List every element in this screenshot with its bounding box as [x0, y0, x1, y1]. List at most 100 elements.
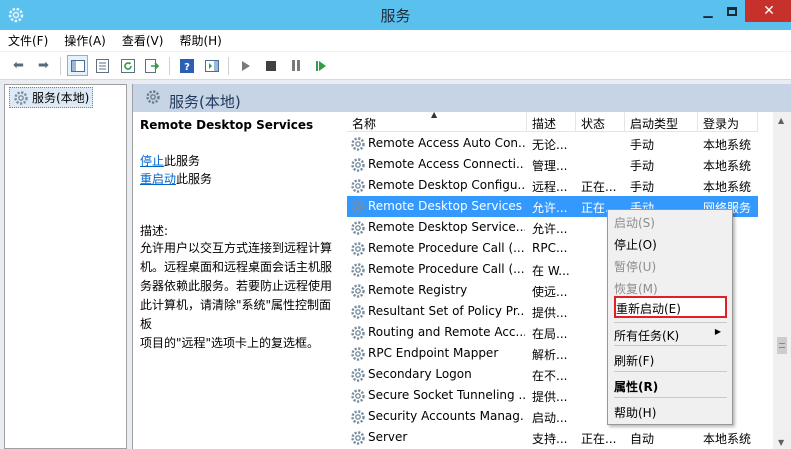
- service-startup-cell: 手动: [630, 180, 655, 194]
- show-tree-button[interactable]: [67, 55, 88, 76]
- show-action-pane-button[interactable]: [201, 55, 222, 76]
- properties-button[interactable]: [92, 55, 113, 76]
- ctx-properties[interactable]: 属性(R): [614, 374, 727, 396]
- service-gear-icon: [350, 157, 366, 176]
- ctx-label: 刷新(F): [614, 354, 655, 368]
- ctx-refresh[interactable]: 刷新(F): [614, 348, 727, 370]
- description-line: 项目的"远程"选项卡上的复选框。: [140, 336, 320, 350]
- maximize-icon: [727, 6, 737, 16]
- ctx-label: 帮助(H): [614, 406, 657, 420]
- vertical-scrollbar[interactable]: ▲ ▼: [773, 112, 791, 449]
- description-line: 务器依赖此服务。若要防止远程使用: [140, 279, 333, 293]
- toolbar: ⬅ ➡ ?: [0, 52, 791, 80]
- minimize-icon: ▁: [703, 4, 713, 18]
- service-row[interactable]: Remote Desktop Configu... 远程... 正在... 手动 本地系…: [347, 175, 758, 196]
- start-service-button[interactable]: [235, 55, 256, 76]
- help-icon: ?: [179, 58, 194, 73]
- service-name-cell: Remote Desktop Configu...: [368, 178, 525, 192]
- service-gear-icon: [350, 409, 366, 428]
- service-logon-cell: 本地系统: [703, 159, 752, 173]
- service-gear-icon: [350, 262, 366, 281]
- services-gear-icon: [14, 90, 28, 105]
- service-startup-cell: 自动: [630, 432, 655, 446]
- maximize-button[interactable]: [721, 0, 743, 22]
- ctx-pause[interactable]: 暂停(U): [614, 254, 727, 276]
- service-desc-cell: 允许...: [532, 201, 568, 215]
- ctx-all-tasks[interactable]: 所有任务(K) ▶: [614, 323, 727, 345]
- ctx-stop[interactable]: 停止(O): [614, 232, 727, 254]
- service-name-cell: Remote Procedure Call (...: [368, 262, 525, 276]
- export-list-icon: [145, 58, 160, 73]
- column-header-label: 登录为: [703, 117, 740, 131]
- tree-item-services-local[interactable]: 服务(本地): [9, 87, 94, 108]
- service-row[interactable]: Server 支持... 正在... 自动 本地系统: [347, 427, 758, 448]
- service-gear-icon: [350, 220, 366, 239]
- service-gear-icon: [350, 430, 366, 449]
- export-list-button[interactable]: [142, 55, 163, 76]
- service-logon-cell: 本地系统: [703, 432, 752, 446]
- stop-line: 停止此服务: [140, 152, 342, 170]
- restart-service-button[interactable]: [310, 55, 331, 76]
- stop-icon: [265, 60, 276, 71]
- service-name-cell: Remote Desktop Service...: [368, 220, 525, 234]
- column-header-log-on-as[interactable]: 登录为: [698, 112, 758, 132]
- restart-suffix: 此服务: [176, 172, 213, 186]
- description-label: 描述:: [140, 224, 169, 238]
- minimize-button[interactable]: ▁: [697, 0, 719, 22]
- scrollbar-thumb[interactable]: [777, 337, 787, 354]
- scroll-up-icon[interactable]: ▲: [778, 116, 784, 125]
- stop-service-link[interactable]: 停止: [140, 154, 164, 168]
- restart-line: 重启动此服务: [140, 170, 342, 188]
- stop-service-button[interactable]: [260, 55, 281, 76]
- service-desc-cell: 在 W...: [532, 264, 570, 278]
- properties-icon: [96, 58, 109, 73]
- service-gear-icon: [350, 136, 366, 155]
- menu-action[interactable]: 操作(A): [64, 32, 106, 49]
- service-gear-icon: [350, 367, 366, 386]
- service-row[interactable]: Remote Access Auto Con... 无论... 手动 本地系统: [347, 133, 758, 154]
- service-gear-icon: [350, 178, 366, 197]
- service-gear-icon: [350, 388, 366, 407]
- service-name-cell: Secondary Logon: [368, 367, 472, 381]
- service-row[interactable]: Remote Access Connecti... 管理... 手动 本地系统: [347, 154, 758, 175]
- service-logon-cell: 本地系统: [703, 180, 752, 194]
- service-gear-icon: [350, 304, 366, 323]
- refresh-icon: [120, 58, 135, 73]
- column-header-label: 状态: [581, 117, 606, 131]
- services-gear-icon: [146, 90, 160, 104]
- menu-help[interactable]: 帮助(H): [179, 32, 221, 49]
- refresh-button[interactable]: [117, 55, 138, 76]
- console-tree-icon: [70, 59, 85, 72]
- tree-item-label: 服务(本地): [32, 91, 90, 105]
- back-button[interactable]: ⬅: [8, 55, 29, 76]
- submenu-arrow-icon: ▶: [714, 327, 721, 336]
- restart-icon: [315, 60, 326, 71]
- service-desc-cell: 允许...: [532, 222, 568, 236]
- ctx-help[interactable]: 帮助(H): [614, 400, 727, 422]
- pause-service-button[interactable]: [285, 55, 306, 76]
- service-gear-icon: [350, 241, 366, 260]
- selected-service-name: Remote Desktop Services: [140, 118, 314, 132]
- column-header-description[interactable]: 描述: [527, 112, 576, 132]
- column-header-status[interactable]: 状态: [576, 112, 625, 132]
- ctx-start[interactable]: 启动(S): [614, 210, 727, 232]
- restart-service-link[interactable]: 重启动: [140, 172, 176, 186]
- ctx-resume[interactable]: 恢复(M): [614, 276, 727, 298]
- menu-view[interactable]: 查看(V): [122, 32, 164, 49]
- forward-button[interactable]: ➡: [33, 55, 54, 76]
- help-button[interactable]: ?: [176, 55, 197, 76]
- service-desc-cell: 启动...: [532, 411, 568, 425]
- column-header-label: 名称: [352, 117, 377, 131]
- ctx-separator: [614, 397, 727, 398]
- column-header-startup-type[interactable]: 启动类型: [625, 112, 698, 132]
- column-header-name[interactable]: 名称 ▲: [347, 110, 527, 132]
- ctx-label: 所有任务(K): [614, 329, 680, 343]
- scroll-down-icon[interactable]: ▼: [778, 438, 784, 447]
- service-desc-cell: 无论...: [532, 138, 568, 152]
- toolbar-separator: [169, 56, 170, 75]
- ctx-separator: [614, 345, 727, 346]
- close-button[interactable]: ✕: [745, 0, 791, 22]
- ctx-restart[interactable]: 重新启动(E): [614, 296, 727, 318]
- menu-file[interactable]: 文件(F): [8, 32, 48, 49]
- ctx-label: 属性(R): [614, 380, 659, 394]
